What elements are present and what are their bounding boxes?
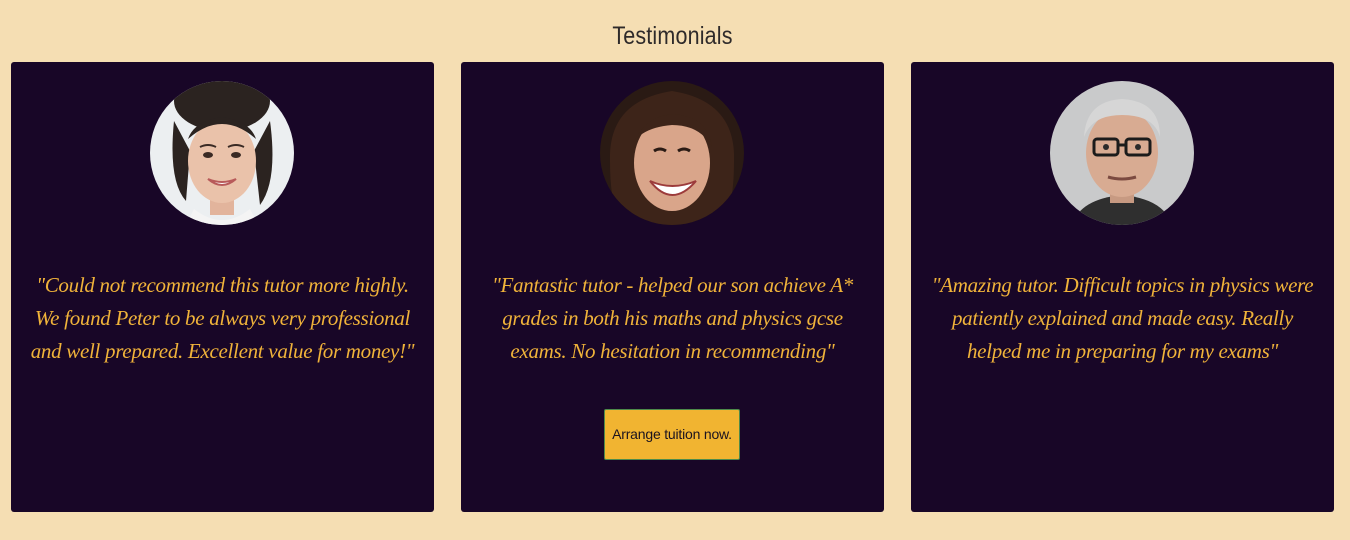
section-title: Testimonials	[612, 22, 733, 50]
testimonial-card-1: "Could not recommend this tutor more hig…	[11, 62, 434, 512]
testimonial-card-3: "Amazing tutor. Difficult topics in phys…	[911, 62, 1334, 512]
avatar-reviewer-3	[1050, 81, 1194, 225]
arrange-tuition-button[interactable]: Arrange tuition now.	[604, 409, 740, 460]
testimonial-quote: "Amazing tutor. Difficult topics in phys…	[931, 273, 1314, 363]
testimonial-card-2: "Fantastic tutor - helped our son achiev…	[461, 62, 884, 512]
testimonial-quote: "Fantastic tutor - helped our son achiev…	[492, 273, 853, 363]
testimonial-quote: "Could not recommend this tutor more hig…	[30, 273, 415, 363]
testimonials-page: Testimonials "Could not recommend this t…	[0, 0, 1350, 540]
avatar-reviewer-1	[150, 81, 294, 225]
avatar-reviewer-2	[600, 81, 744, 225]
testimonial-cards: "Could not recommend this tutor more hig…	[11, 62, 1335, 512]
